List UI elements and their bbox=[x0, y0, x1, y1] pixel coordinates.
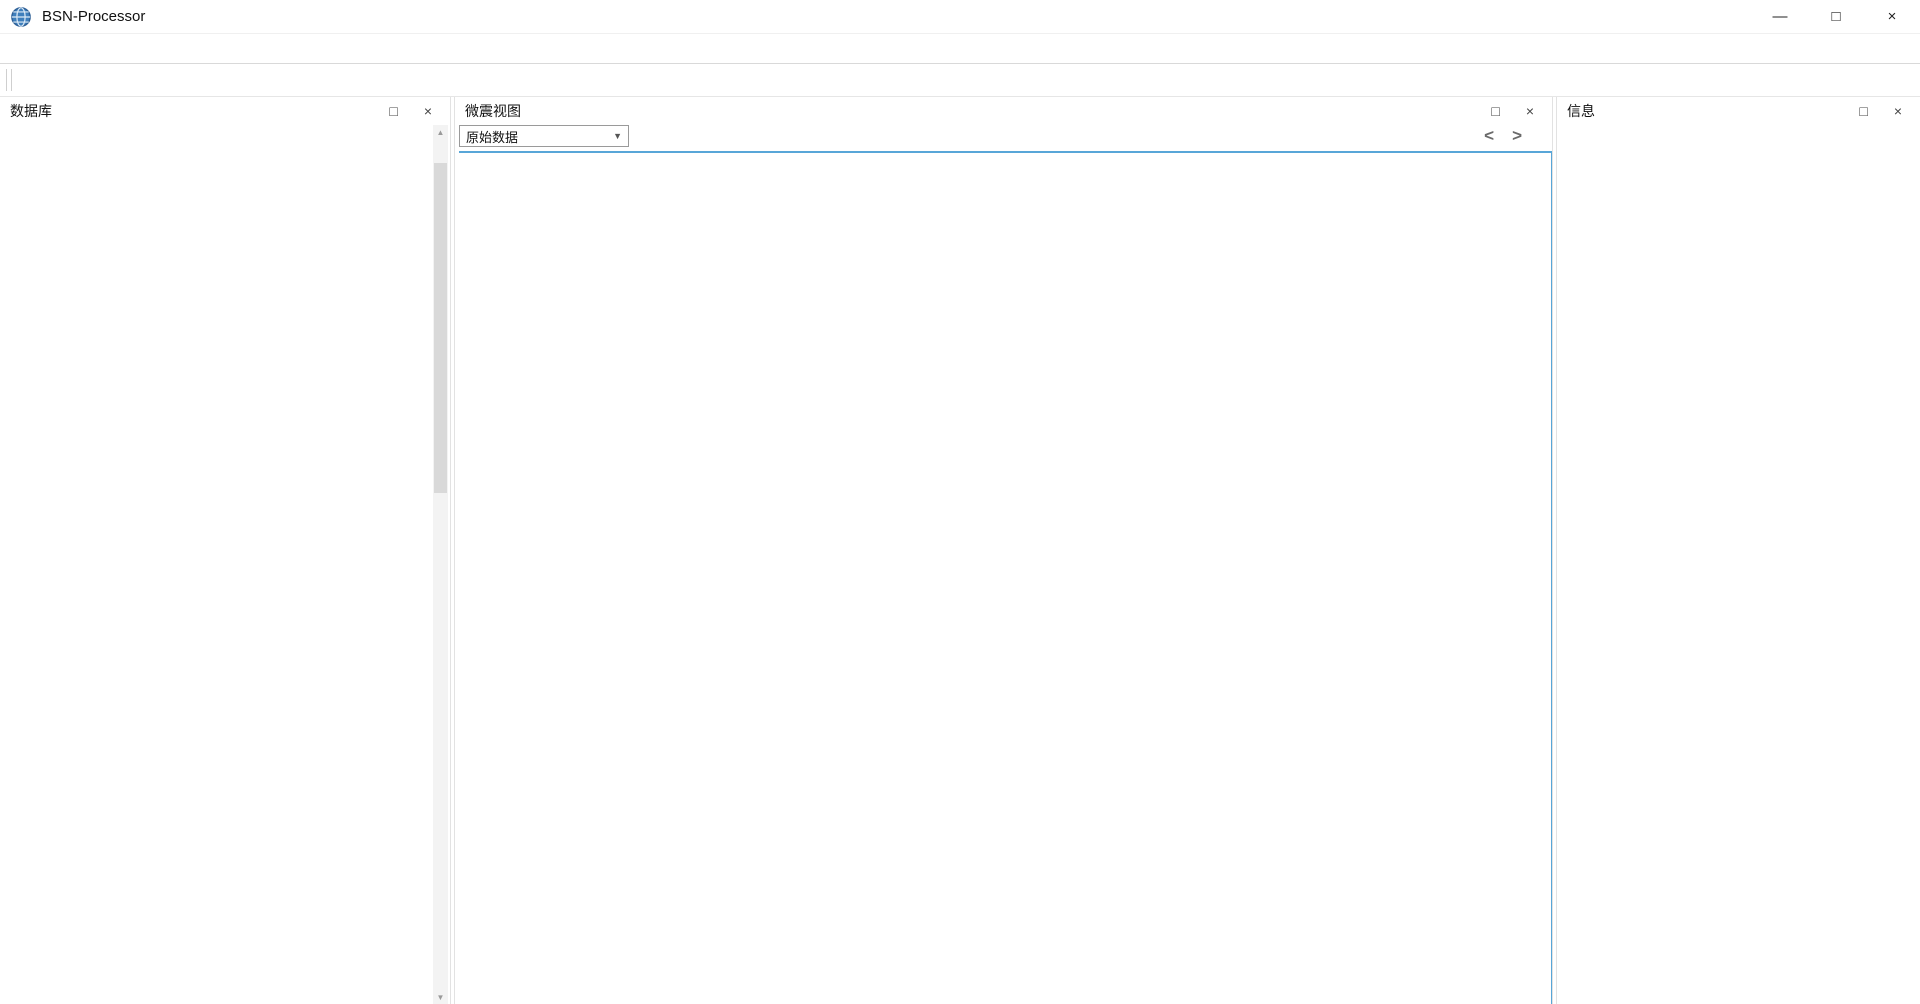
microseismic-view-panel: 微震视图 □ × 原始数据 ▼ < > bbox=[455, 97, 1552, 1004]
prev-event-button[interactable]: < bbox=[1484, 126, 1494, 146]
menu-bar bbox=[0, 34, 1920, 64]
title-bar: BSN-Processor — □ × bbox=[0, 0, 1920, 34]
view-float-icon[interactable]: □ bbox=[1491, 104, 1499, 118]
toolbar bbox=[0, 64, 1920, 97]
database-panel-title: 数据库 bbox=[10, 101, 52, 121]
view-subbar: 原始数据 ▼ < > bbox=[455, 125, 1552, 151]
data-mode-dropdown[interactable]: 原始数据 ▼ bbox=[459, 125, 629, 147]
view-panel-title: 微震视图 bbox=[465, 101, 521, 121]
database-close-icon[interactable]: × bbox=[424, 104, 432, 118]
database-float-icon[interactable]: □ bbox=[389, 104, 397, 118]
scroll-up-icon[interactable]: ▲ bbox=[433, 125, 448, 139]
window-title: BSN-Processor bbox=[42, 8, 145, 25]
dock-area: 数据库 □ × ▲ ▼ 微震视图 □ × bbox=[0, 97, 1920, 1004]
bsn-processor-window: BSN-Processor — □ × 数据库 □ × ▲ bbox=[0, 0, 1920, 1004]
info-panel: 信息 □ × bbox=[1557, 97, 1920, 1004]
view-close-icon[interactable]: × bbox=[1526, 104, 1534, 118]
view-panel-header: 微震视图 □ × bbox=[455, 97, 1552, 125]
database-tree: ▲ ▼ bbox=[0, 125, 450, 1004]
info-body bbox=[1557, 125, 1920, 139]
next-event-button[interactable]: > bbox=[1512, 126, 1522, 146]
toolbar-grip[interactable] bbox=[6, 69, 12, 91]
waveform-grid bbox=[459, 151, 1552, 1004]
info-close-icon[interactable]: × bbox=[1894, 104, 1902, 118]
maximize-button[interactable]: □ bbox=[1808, 0, 1864, 34]
info-float-icon[interactable]: □ bbox=[1859, 104, 1867, 118]
minimize-button[interactable]: — bbox=[1752, 0, 1808, 34]
tree-scrollbar-thumb[interactable] bbox=[434, 163, 447, 493]
scroll-down-icon[interactable]: ▼ bbox=[433, 990, 448, 1004]
info-panel-title: 信息 bbox=[1567, 101, 1595, 121]
app-logo-icon bbox=[10, 6, 32, 28]
info-panel-header: 信息 □ × bbox=[1557, 97, 1920, 125]
tree-scrollbar[interactable]: ▲ ▼ bbox=[433, 125, 448, 1004]
database-panel: 数据库 □ × ▲ ▼ bbox=[0, 97, 450, 1004]
close-button[interactable]: × bbox=[1864, 0, 1920, 34]
database-panel-header: 数据库 □ × bbox=[0, 97, 450, 125]
chevron-down-icon: ▼ bbox=[613, 131, 622, 141]
data-mode-value: 原始数据 bbox=[466, 127, 518, 146]
